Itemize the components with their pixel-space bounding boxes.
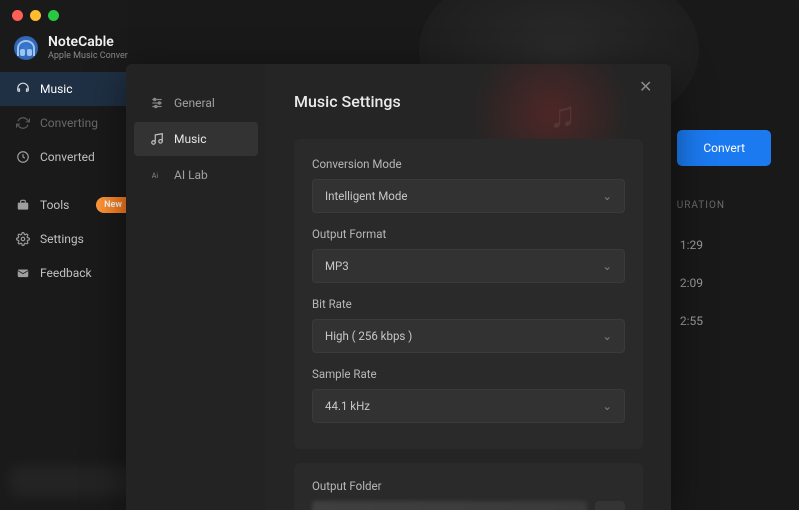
sliders-icon — [150, 96, 164, 110]
settings-tab-label: AI Lab — [174, 168, 208, 182]
track-duration: 1:29 — [680, 238, 703, 252]
output-folder-label: Output Folder — [312, 479, 625, 493]
music-note-icon — [150, 132, 164, 146]
maximize-window-button[interactable] — [48, 10, 59, 21]
settings-body: ✕ Music Settings Conversion Mode Intelli… — [266, 64, 671, 510]
select-value: High ( 256 kbps ) — [325, 329, 412, 343]
app-name: NoteCable — [48, 34, 139, 50]
select-value: MP3 — [325, 259, 349, 273]
conversion-mode-label: Conversion Mode — [312, 157, 625, 171]
sidebar-item-label: Tools — [40, 198, 69, 212]
output-format-label: Output Format — [312, 227, 625, 241]
app-logo — [14, 36, 38, 60]
output-folder-input[interactable] — [312, 501, 587, 510]
sidebar-item-settings[interactable]: Settings — [0, 222, 128, 256]
conversion-mode-select[interactable]: Intelligent Mode ⌄ — [312, 179, 625, 213]
select-value: 44.1 kHz — [325, 399, 370, 413]
track-duration: 2:55 — [680, 314, 703, 328]
bit-rate-select[interactable]: High ( 256 kbps ) ⌄ — [312, 319, 625, 353]
chevron-down-icon: ⌄ — [602, 189, 612, 203]
settings-title: Music Settings — [294, 92, 643, 111]
settings-nav: General Music Ai AI Lab — [126, 64, 266, 510]
duration-column-header: URATION — [677, 200, 725, 211]
svg-text:Ai: Ai — [152, 172, 159, 180]
output-format-select[interactable]: MP3 ⌄ — [312, 249, 625, 283]
settings-tab-general[interactable]: General — [134, 86, 258, 120]
bit-rate-label: Bit Rate — [312, 297, 625, 311]
refresh-icon — [16, 116, 30, 130]
settings-modal: ♫ General Music Ai AI Lab ✕ Music Settin… — [126, 64, 671, 510]
sidebar-item-label: Music — [40, 82, 72, 96]
clock-icon — [16, 150, 30, 164]
close-window-button[interactable] — [12, 10, 23, 21]
track-durations: 1:29 2:09 2:55 — [680, 238, 703, 328]
new-badge: New — [96, 197, 128, 213]
music-settings-panel: Conversion Mode Intelligent Mode ⌄ Outpu… — [294, 139, 643, 449]
sidebar-item-converting[interactable]: Converting — [0, 106, 128, 140]
sidebar-item-label: Converting — [40, 116, 98, 130]
chevron-down-icon: ⌄ — [602, 259, 612, 273]
convert-button[interactable]: Convert — [677, 130, 771, 166]
select-value: Intelligent Mode — [325, 189, 407, 203]
track-duration: 2:09 — [680, 276, 703, 290]
settings-tab-music[interactable]: Music — [134, 122, 258, 156]
chevron-down-icon: ⌄ — [602, 399, 612, 413]
browse-button[interactable]: ... — [595, 501, 625, 510]
sidebar-item-label: Settings — [40, 232, 84, 246]
sidebar: Music Converting Converted Tools New Set… — [0, 72, 128, 290]
headphones-icon — [16, 82, 30, 96]
output-folder-panel: Output Folder ... — [294, 463, 643, 510]
sample-rate-select[interactable]: 44.1 kHz ⌄ — [312, 389, 625, 423]
settings-tab-label: Music — [174, 132, 206, 146]
bottom-status — [10, 466, 140, 496]
sidebar-item-label: Converted — [40, 150, 95, 164]
settings-tab-label: General — [174, 96, 215, 110]
toolbox-icon — [16, 198, 30, 212]
settings-tab-ai-lab[interactable]: Ai AI Lab — [134, 158, 258, 192]
close-icon[interactable]: ✕ — [639, 80, 653, 94]
sidebar-item-converted[interactable]: Converted — [0, 140, 128, 174]
chevron-down-icon: ⌄ — [602, 329, 612, 343]
mail-icon — [16, 266, 30, 280]
sidebar-item-tools[interactable]: Tools New — [0, 188, 128, 222]
window-controls — [12, 10, 59, 21]
app-subtitle: Apple Music Converter — [48, 51, 139, 61]
gear-icon — [16, 232, 30, 246]
sample-rate-label: Sample Rate — [312, 367, 625, 381]
sidebar-item-feedback[interactable]: Feedback — [0, 256, 128, 290]
minimize-window-button[interactable] — [30, 10, 41, 21]
sidebar-item-music[interactable]: Music — [0, 72, 128, 106]
sidebar-item-label: Feedback — [40, 266, 92, 280]
ai-icon: Ai — [150, 168, 164, 182]
